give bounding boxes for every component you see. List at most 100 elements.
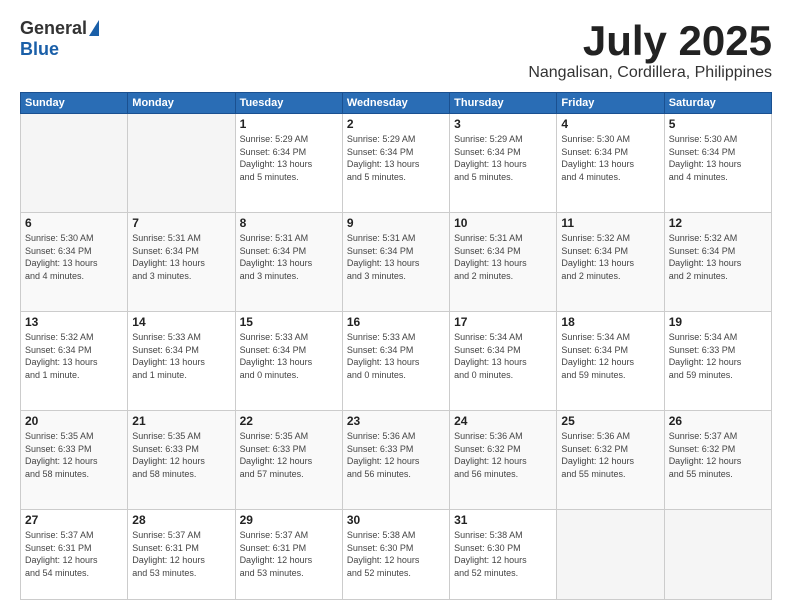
day-detail: Sunrise: 5:34 AMSunset: 6:34 PMDaylight:…: [454, 331, 552, 381]
day-number: 31: [454, 513, 552, 527]
table-row: 7 Sunrise: 5:31 AMSunset: 6:34 PMDaylight…: [128, 213, 235, 312]
calendar-table: Sunday Monday Tuesday Wednesday Thursday…: [20, 92, 772, 600]
table-row: 8 Sunrise: 5:31 AMSunset: 6:34 PMDaylight…: [235, 213, 342, 312]
day-number: 1: [240, 117, 338, 131]
day-detail: Sunrise: 5:31 AMSunset: 6:34 PMDaylight:…: [454, 232, 552, 282]
day-number: 2: [347, 117, 445, 131]
day-number: 14: [132, 315, 230, 329]
header-monday: Monday: [128, 93, 235, 114]
day-detail: Sunrise: 5:30 AMSunset: 6:34 PMDaylight:…: [669, 133, 767, 183]
day-detail: Sunrise: 5:37 AMSunset: 6:31 PMDaylight:…: [25, 529, 123, 579]
day-detail: Sunrise: 5:36 AMSunset: 6:32 PMDaylight:…: [561, 430, 659, 480]
day-detail: Sunrise: 5:33 AMSunset: 6:34 PMDaylight:…: [240, 331, 338, 381]
table-row: 14 Sunrise: 5:33 AMSunset: 6:34 PMDayligh…: [128, 312, 235, 411]
day-number: 16: [347, 315, 445, 329]
day-number: 22: [240, 414, 338, 428]
header-saturday: Saturday: [664, 93, 771, 114]
logo-blue-text: Blue: [20, 39, 59, 60]
day-detail: Sunrise: 5:37 AMSunset: 6:32 PMDaylight:…: [669, 430, 767, 480]
table-row: 22Sunrise: 5:35 AMSunset: 6:33 PMDayligh…: [235, 411, 342, 510]
table-row: 23 Sunrise: 5:36 AMSunset: 6:33 PMDayligh…: [342, 411, 449, 510]
day-number: 17: [454, 315, 552, 329]
table-row: 24 Sunrise: 5:36 AMSunset: 6:32 PMDayligh…: [450, 411, 557, 510]
day-number: 3: [454, 117, 552, 131]
day-detail: Sunrise: 5:35 AMSunset: 6:33 PMDaylight:…: [132, 430, 230, 480]
logo-triangle-icon: [89, 20, 99, 36]
day-detail: Sunrise: 5:34 AMSunset: 6:33 PMDaylight:…: [669, 331, 767, 381]
day-detail: Sunrise: 5:37 AMSunset: 6:31 PMDaylight:…: [132, 529, 230, 579]
day-number: 18: [561, 315, 659, 329]
day-number: 10: [454, 216, 552, 230]
day-detail: Sunrise: 5:37 AMSunset: 6:31 PMDaylight:…: [240, 529, 338, 579]
table-row: [21, 114, 128, 213]
table-row: 19Sunrise: 5:34 AMSunset: 6:33 PMDayligh…: [664, 312, 771, 411]
table-row: 21Sunrise: 5:35 AMSunset: 6:33 PMDayligh…: [128, 411, 235, 510]
day-detail: Sunrise: 5:38 AMSunset: 6:30 PMDaylight:…: [454, 529, 552, 579]
day-number: 30: [347, 513, 445, 527]
table-row: 11Sunrise: 5:32 AMSunset: 6:34 PMDayligh…: [557, 213, 664, 312]
day-number: 29: [240, 513, 338, 527]
title-block: July 2025 Nangalisan, Cordillera, Philip…: [528, 18, 772, 82]
table-row: 15Sunrise: 5:33 AMSunset: 6:34 PMDayligh…: [235, 312, 342, 411]
day-detail: Sunrise: 5:31 AMSunset: 6:34 PMDaylight:…: [132, 232, 230, 282]
day-number: 24: [454, 414, 552, 428]
table-row: 9Sunrise: 5:31 AMSunset: 6:34 PMDaylight…: [342, 213, 449, 312]
day-detail: Sunrise: 5:36 AMSunset: 6:33 PMDaylight:…: [347, 430, 445, 480]
day-number: 13: [25, 315, 123, 329]
table-row: [128, 114, 235, 213]
day-number: 26: [669, 414, 767, 428]
table-row: [557, 510, 664, 600]
day-number: 25: [561, 414, 659, 428]
day-detail: Sunrise: 5:33 AMSunset: 6:34 PMDaylight:…: [132, 331, 230, 381]
header-sunday: Sunday: [21, 93, 128, 114]
table-row: 29 Sunrise: 5:37 AMSunset: 6:31 PMDayligh…: [235, 510, 342, 600]
logo: General Blue: [20, 18, 99, 60]
table-row: [664, 510, 771, 600]
day-detail: Sunrise: 5:29 AMSunset: 6:34 PMDaylight:…: [347, 133, 445, 183]
day-detail: Sunrise: 5:31 AMSunset: 6:34 PMDaylight:…: [240, 232, 338, 282]
weekday-header-row: Sunday Monday Tuesday Wednesday Thursday…: [21, 93, 772, 114]
calendar-week-row: 13 Sunrise: 5:32 AMSunset: 6:34 PMDayligh…: [21, 312, 772, 411]
day-detail: Sunrise: 5:29 AMSunset: 6:34 PMDaylight:…: [454, 133, 552, 183]
logo-general-text: General: [20, 18, 87, 39]
table-row: 5 Sunrise: 5:30 AMSunset: 6:34 PMDaylight…: [664, 114, 771, 213]
table-row: 17 Sunrise: 5:34 AMSunset: 6:34 PMDayligh…: [450, 312, 557, 411]
day-number: 4: [561, 117, 659, 131]
day-detail: Sunrise: 5:32 AMSunset: 6:34 PMDaylight:…: [561, 232, 659, 282]
table-row: 4 Sunrise: 5:30 AMSunset: 6:34 PMDaylight…: [557, 114, 664, 213]
day-number: 12: [669, 216, 767, 230]
calendar-location: Nangalisan, Cordillera, Philippines: [528, 64, 772, 82]
calendar-week-row: 27Sunrise: 5:37 AMSunset: 6:31 PMDayligh…: [21, 510, 772, 600]
day-number: 20: [25, 414, 123, 428]
table-row: 30Sunrise: 5:38 AMSunset: 6:30 PMDayligh…: [342, 510, 449, 600]
calendar-week-row: 6 Sunrise: 5:30 AMSunset: 6:34 PMDaylight…: [21, 213, 772, 312]
day-number: 6: [25, 216, 123, 230]
day-detail: Sunrise: 5:30 AMSunset: 6:34 PMDaylight:…: [561, 133, 659, 183]
day-detail: Sunrise: 5:32 AMSunset: 6:34 PMDaylight:…: [25, 331, 123, 381]
table-row: 20Sunrise: 5:35 AMSunset: 6:33 PMDayligh…: [21, 411, 128, 510]
day-detail: Sunrise: 5:30 AMSunset: 6:34 PMDaylight:…: [25, 232, 123, 282]
calendar-week-row: 20 Sunrise: 5:35 AMSunset: 6:33 PMDayligh…: [21, 411, 772, 510]
header-tuesday: Tuesday: [235, 93, 342, 114]
table-row: 12Sunrise: 5:32 AMSunset: 6:34 PMDayligh…: [664, 213, 771, 312]
day-number: 5: [669, 117, 767, 131]
day-detail: Sunrise: 5:29 AMSunset: 6:34 PMDaylight:…: [240, 133, 338, 183]
calendar-week-row: 1 Sunrise: 5:29 AMSunset: 6:34 PMDaylight…: [21, 114, 772, 213]
day-number: 8: [240, 216, 338, 230]
day-detail: Sunrise: 5:33 AMSunset: 6:34 PMDaylight:…: [347, 331, 445, 381]
calendar-title: July 2025: [528, 18, 772, 64]
table-row: 1 Sunrise: 5:29 AMSunset: 6:34 PMDaylight…: [235, 114, 342, 213]
day-number: 23: [347, 414, 445, 428]
header-thursday: Thursday: [450, 93, 557, 114]
day-number: 7: [132, 216, 230, 230]
day-detail: Sunrise: 5:31 AMSunset: 6:34 PMDaylight:…: [347, 232, 445, 282]
table-row: 13 Sunrise: 5:32 AMSunset: 6:34 PMDayligh…: [21, 312, 128, 411]
table-row: 10 Sunrise: 5:31 AMSunset: 6:34 PMDayligh…: [450, 213, 557, 312]
header: General Blue July 2025 Nangalisan, Cordi…: [20, 18, 772, 82]
table-row: 18 Sunrise: 5:34 AMSunset: 6:34 PMDayligh…: [557, 312, 664, 411]
table-row: 2 Sunrise: 5:29 AMSunset: 6:34 PMDaylight…: [342, 114, 449, 213]
day-detail: Sunrise: 5:34 AMSunset: 6:34 PMDaylight:…: [561, 331, 659, 381]
table-row: 6 Sunrise: 5:30 AMSunset: 6:34 PMDaylight…: [21, 213, 128, 312]
day-detail: Sunrise: 5:36 AMSunset: 6:32 PMDaylight:…: [454, 430, 552, 480]
header-friday: Friday: [557, 93, 664, 114]
